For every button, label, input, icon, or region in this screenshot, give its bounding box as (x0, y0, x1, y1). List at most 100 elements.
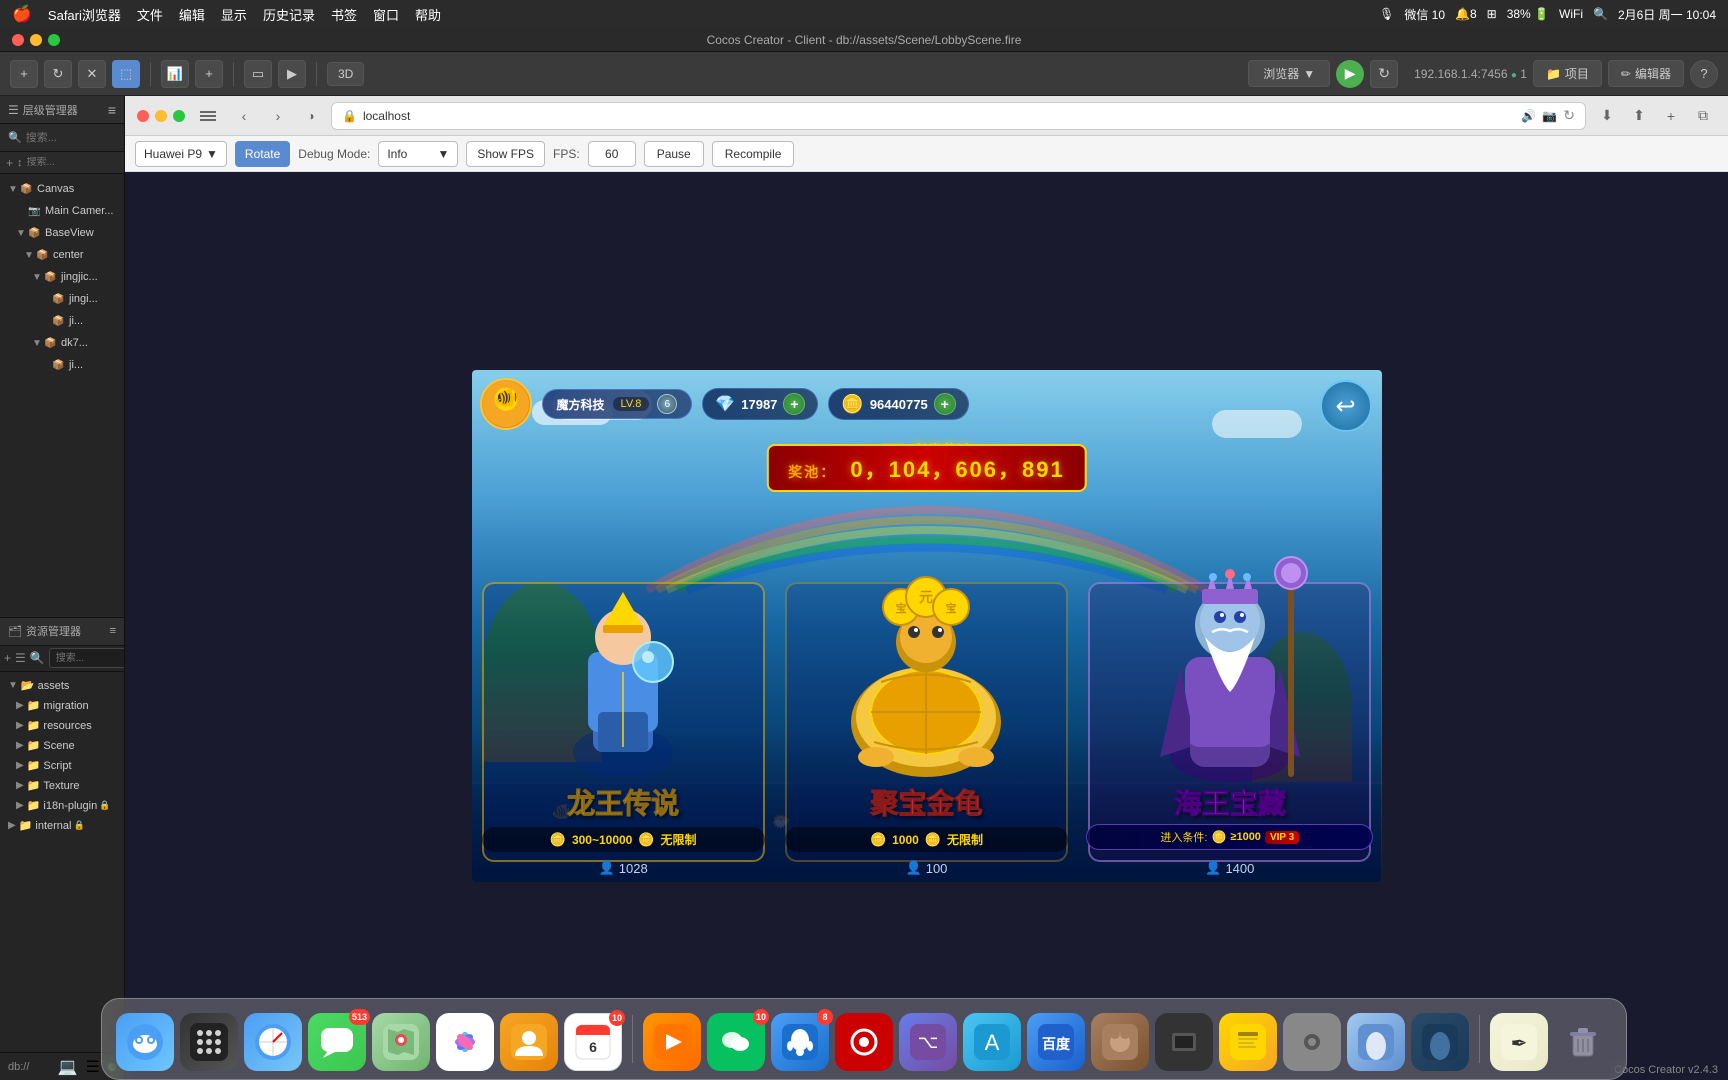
dock-calendar[interactable]: 10 6 (564, 1013, 622, 1071)
asset-item-i18n[interactable]: ▶ 📁 i18n-plugin 🔒 (0, 796, 124, 816)
browser-btn[interactable]: 浏览器 ▼ (1248, 60, 1330, 87)
dock-photos[interactable] (436, 1013, 494, 1071)
asset-search-toggle-btn[interactable]: 🔍 (30, 649, 45, 667)
dock-netease[interactable] (835, 1013, 893, 1071)
dock-maps[interactable] (372, 1013, 430, 1071)
graph-btn[interactable]: 📊 (161, 60, 189, 88)
tree-ji2[interactable]: 📦 ji... (0, 354, 124, 376)
dock-system-prefs[interactable] (1283, 1013, 1341, 1071)
console-list-icon[interactable]: ☰ (86, 1057, 100, 1077)
add-node-btn[interactable]: + (10, 60, 38, 88)
select-btn[interactable]: ⬚ (112, 60, 140, 88)
recompile-btn[interactable]: Recompile (712, 141, 795, 167)
tree-ji[interactable]: 📦 ji... (0, 310, 124, 332)
hierarchy-search-bar[interactable]: 🔍 (0, 124, 124, 152)
safari-close-dot[interactable] (137, 110, 149, 122)
new-tab-btn[interactable]: + (1658, 103, 1684, 129)
search-icon[interactable]: 🔍 (1593, 7, 1608, 21)
ide-refresh[interactable]: ↻ (1370, 60, 1398, 88)
show-fps-btn[interactable]: Show FPS (466, 141, 545, 167)
play-scene-btn[interactable]: ▶ (278, 60, 306, 88)
maximize-btn[interactable] (48, 34, 60, 46)
sidebar-toggle-btn[interactable] (193, 103, 223, 129)
reload-icon[interactable]: ↻ (1563, 107, 1575, 124)
asset-item-assets[interactable]: ▼ 📂 assets (0, 676, 124, 696)
dock-app2[interactable] (1411, 1013, 1469, 1071)
close-btn[interactable]: ✕ (78, 60, 106, 88)
tree-main-camera[interactable]: 📷 Main Camer... (0, 200, 124, 222)
dock-notes[interactable] (1219, 1013, 1277, 1071)
menu-window[interactable]: 窗口 (373, 5, 399, 24)
dock-launchpad[interactable] (180, 1013, 238, 1071)
dock-wechat[interactable]: 10 (707, 1013, 765, 1071)
project-btn[interactable]: 📁 项目 (1533, 60, 1602, 87)
asset-item-resources[interactable]: ▶ 📁 resources (0, 716, 124, 736)
wechat-icon[interactable]: 微信 10 (1404, 6, 1445, 23)
menu-help[interactable]: 帮助 (415, 5, 441, 24)
asset-item-migration[interactable]: ▶ 📁 migration (0, 696, 124, 716)
hierarchy-search-input[interactable] (26, 132, 116, 144)
asset-item-internal[interactable]: ▶ 📁 internal 🔒 (0, 816, 124, 836)
safari-minimize-dot[interactable] (155, 110, 167, 122)
download-btn[interactable]: ⬇ (1594, 103, 1620, 129)
device-select[interactable]: Huawei P9 ▼ (135, 141, 227, 167)
address-bar[interactable]: 🔒 localhost 🔊 📷 ↻ (331, 102, 1586, 130)
tree-jingi[interactable]: 📦 jingi... (0, 288, 124, 310)
help-btn[interactable]: ? (1690, 60, 1718, 88)
dock-parallels[interactable] (1155, 1013, 1213, 1071)
wifi-icon[interactable]: WiFi (1559, 7, 1583, 21)
rotate-btn[interactable]: Rotate (235, 141, 290, 167)
menu-bookmarks[interactable]: 书签 (331, 5, 357, 24)
tree-center[interactable]: ▼ 📦 center (0, 244, 124, 266)
hierarchy-expand-icon[interactable]: ≡ (108, 102, 116, 118)
asset-search-input[interactable] (49, 648, 125, 668)
dock-app1[interactable] (1347, 1013, 1405, 1071)
dock-trash[interactable] (1554, 1013, 1612, 1071)
dock-safari[interactable] (244, 1013, 302, 1071)
dock-play[interactable] (643, 1013, 701, 1071)
debug-mode-select[interactable]: Info ▼ (378, 141, 458, 167)
minimize-btn[interactable] (30, 34, 42, 46)
dock-writer[interactable]: ✒ (1490, 1013, 1548, 1071)
dock-qq[interactable]: 8 (771, 1013, 829, 1071)
dock-devtools[interactable]: ⌥ (899, 1013, 957, 1071)
menu-view[interactable]: 显示 (221, 5, 247, 24)
app-menu[interactable]: Safari浏览器 (48, 5, 121, 24)
sort-btn[interactable]: ↕ (17, 157, 23, 169)
add-node-btn[interactable]: + (6, 156, 13, 170)
safari-maximize-dot[interactable] (173, 110, 185, 122)
share-btn[interactable]: ⬆ (1626, 103, 1652, 129)
dock-bear[interactable] (1091, 1013, 1149, 1071)
dock-baidu[interactable]: 百度 (1027, 1013, 1085, 1071)
menu-history[interactable]: 历史记录 (263, 5, 315, 24)
menu-edit[interactable]: 编辑 (179, 5, 205, 24)
safari-forward-btn[interactable]: › (265, 103, 291, 129)
camera-icon[interactable]: 📷 (1542, 109, 1557, 123)
grid-icon[interactable]: ⊞ (1487, 7, 1497, 21)
console-icon[interactable]: 💻 (58, 1057, 78, 1077)
play-btn[interactable]: ▶ (1336, 60, 1364, 88)
apple-menu[interactable]: 🍎 (12, 4, 32, 24)
asset-expand-icon[interactable]: ≡ (110, 625, 116, 637)
asset-add-btn[interactable]: + (4, 649, 11, 667)
asset-item-texture[interactable]: ▶ 📁 Texture (0, 776, 124, 796)
asset-list-btn[interactable]: ☰ (15, 649, 26, 667)
pause-btn[interactable]: Pause (644, 141, 704, 167)
audio-icon[interactable]: 🔊 (1521, 109, 1536, 123)
hierarchy-filter-input[interactable] (27, 157, 125, 168)
dock-messages[interactable]: 513 (308, 1013, 366, 1071)
dock-appstore[interactable]: A (963, 1013, 1021, 1071)
asset-item-script[interactable]: ▶ 📁 Script (0, 756, 124, 776)
tree-canvas[interactable]: ▼ 📦 Canvas (0, 178, 124, 200)
tree-baseview[interactable]: ▼ 📦 BaseView (0, 222, 124, 244)
siri-icon[interactable]: 🎙 (1379, 7, 1394, 21)
safari-back-btn[interactable]: ‹ (231, 103, 257, 129)
rect-btn[interactable]: ▭ (244, 60, 272, 88)
tree-dk7[interactable]: ▼ 📦 dk7... (0, 332, 124, 354)
notification-icon[interactable]: 🔔8 (1455, 7, 1477, 21)
editor-btn[interactable]: ✏ 编辑器 (1608, 60, 1684, 87)
add-btn[interactable]: + (195, 60, 223, 88)
tree-jingjic[interactable]: ▼ 📦 jingjic... (0, 266, 124, 288)
tabs-btn[interactable]: ⧉ (1690, 103, 1716, 129)
asset-item-scene[interactable]: ▶ 📁 Scene (0, 736, 124, 756)
